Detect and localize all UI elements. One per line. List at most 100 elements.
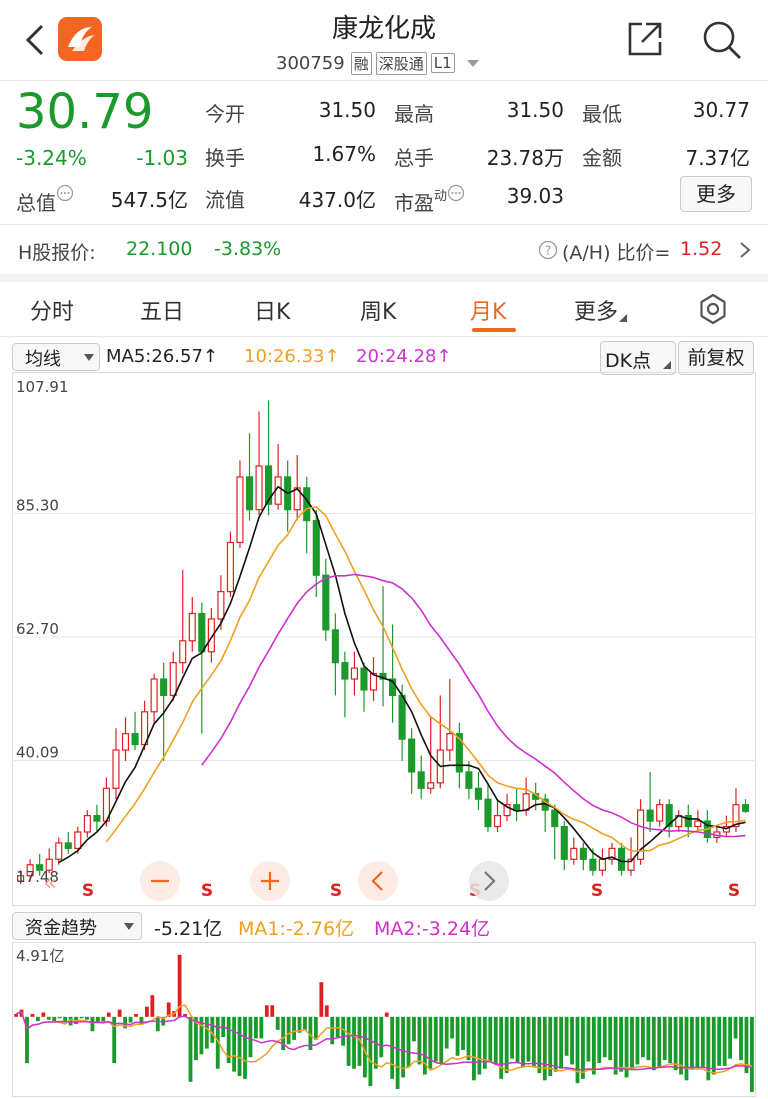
change-amount: -1.03	[136, 146, 188, 170]
fund-bar	[673, 1016, 678, 1071]
candle	[570, 847, 578, 860]
fund-bar	[444, 1016, 449, 1049]
fund-ma2: MA2:-3.24亿	[374, 918, 491, 940]
fund-bar	[117, 1009, 122, 1017]
section-divider	[0, 224, 768, 225]
open-label: 今开	[205, 102, 245, 126]
fund-bar	[292, 1016, 296, 1040]
market-cap-label[interactable]: 总值	[16, 184, 74, 216]
tab-monthly-k[interactable]: 月K	[470, 294, 506, 326]
fund-bar	[85, 1016, 89, 1020]
sell-signal: S	[201, 881, 213, 901]
caret-down-icon	[84, 354, 94, 361]
chart-nav-controls: «	[43, 861, 509, 901]
last-price: 30.79	[16, 84, 154, 140]
move-right-button[interactable]	[469, 861, 509, 901]
tab-more[interactable]: 更多	[574, 294, 628, 326]
tab-five-day[interactable]: 五日	[140, 294, 184, 326]
search-button[interactable]	[700, 18, 744, 62]
stock-code: 300759	[276, 52, 345, 74]
dk-point-button[interactable]: DK点	[600, 341, 676, 375]
double-left-icon: «	[43, 871, 56, 896]
candle	[656, 804, 664, 822]
fund-bar	[635, 1016, 640, 1065]
candle	[474, 787, 482, 800]
y-axis-label: 107.91	[16, 378, 69, 396]
hshare-price: 22.100	[126, 238, 193, 260]
chart-settings-button[interactable]	[696, 292, 730, 326]
candle	[513, 804, 521, 811]
fund-trend-chart[interactable]: 4.91亿	[12, 942, 768, 1098]
float-cap-value: 437.0亿	[298, 188, 376, 212]
fund-ma1: MA1:-2.76亿	[238, 918, 355, 940]
zoom-in-button[interactable]	[250, 861, 290, 901]
page-left-button[interactable]: «	[43, 871, 56, 896]
fund-bar	[384, 1012, 389, 1017]
turnover-label: 换手	[205, 146, 245, 170]
candle	[55, 842, 63, 860]
fund-bar	[537, 1016, 542, 1074]
gear-icon	[700, 293, 726, 325]
fund-bar	[722, 1016, 727, 1066]
share-button[interactable]	[624, 18, 666, 60]
candle	[112, 749, 120, 789]
fund-bar	[477, 1016, 482, 1075]
fund-bar	[542, 1016, 547, 1081]
fund-bar	[134, 1013, 138, 1017]
candle	[741, 804, 750, 812]
candle	[646, 809, 654, 822]
pe-label[interactable]: 市盈动	[394, 184, 465, 216]
fund-bar	[488, 1016, 493, 1062]
tab-weekly-k[interactable]: 周K	[360, 294, 396, 326]
candle	[312, 520, 320, 576]
fund-bar	[264, 1005, 269, 1017]
tab-daily-k[interactable]: 日K	[254, 294, 290, 326]
kline-chart[interactable]: 107.9185.3062.7040.0917.48 SSSSSS «	[12, 372, 768, 907]
zoom-out-button[interactable]	[140, 861, 180, 901]
hshare-row[interactable]: H股报价: 22.100 -3.83% ? (A/H) 比价= 1.52	[0, 228, 768, 272]
candle	[226, 541, 234, 593]
indicator-select-label: 均线	[25, 349, 61, 370]
fund-indicator-select[interactable]: 资金趋势	[12, 912, 142, 940]
candle	[217, 591, 225, 620]
candle	[589, 858, 597, 871]
fund-bar	[711, 1016, 716, 1075]
candle	[131, 733, 139, 746]
fund-bar	[455, 1016, 460, 1056]
fund-bar	[613, 1016, 618, 1075]
candle	[179, 640, 187, 664]
fund-bar	[46, 1016, 51, 1020]
candle	[265, 465, 273, 505]
candle	[74, 831, 82, 849]
adjust-button[interactable]: 前复权	[678, 341, 754, 375]
high-label: 最高	[394, 102, 434, 126]
pe-superscript: 动	[434, 189, 448, 204]
fund-bar	[188, 1016, 193, 1082]
fund-bar	[128, 1016, 133, 1023]
stock-subtitle[interactable]: 300759 融 深股通 L1	[276, 50, 481, 76]
tabs-divider	[0, 336, 768, 337]
market-cap-value: 547.5亿	[110, 188, 188, 212]
candle	[236, 476, 244, 544]
fund-bar	[597, 1016, 602, 1064]
indicator-select[interactable]: 均线	[12, 343, 100, 371]
fund-bar	[144, 1006, 149, 1017]
ma10-value: 10:26.33↑	[244, 346, 340, 367]
low-label: 最低	[582, 102, 622, 126]
fund-bar	[510, 1016, 514, 1059]
candle	[188, 612, 196, 642]
fund-bar	[79, 1016, 84, 1019]
candle	[150, 678, 158, 713]
fund-bar	[700, 1016, 705, 1068]
more-button[interactable]: 更多	[680, 176, 752, 212]
tab-intraday[interactable]: 分时	[30, 294, 74, 326]
candle	[121, 733, 130, 751]
fund-bar	[690, 1016, 694, 1069]
fund-bar	[275, 1016, 280, 1030]
move-left-button[interactable]	[358, 861, 398, 901]
candle	[465, 771, 473, 789]
candle	[160, 678, 168, 697]
fund-bar	[155, 1016, 160, 1032]
candle	[350, 667, 358, 680]
fund-bar	[657, 1016, 662, 1068]
